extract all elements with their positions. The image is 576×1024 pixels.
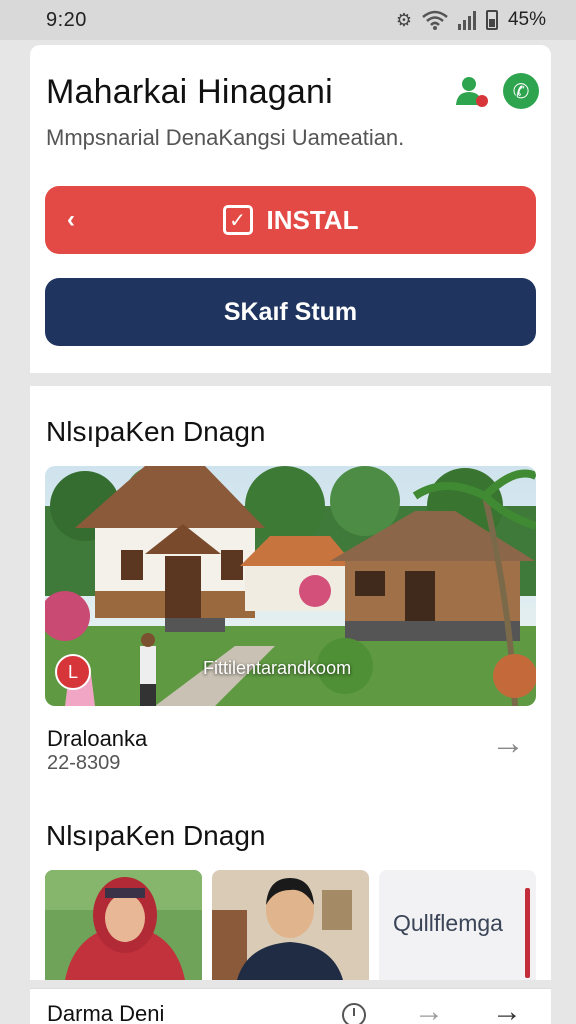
start-label: SKaıf Stum <box>223 297 358 326</box>
section-title: NlsıpaKen Dnagn <box>46 416 266 447</box>
bottom-bar: Darma Deni → → <box>30 988 551 1024</box>
install-button[interactable]: ‹ ✓ INSTAL <box>45 186 536 254</box>
status-bar: 9:20 ⚙ 45% <box>0 0 576 40</box>
man-portrait-photo <box>212 870 369 980</box>
battery-icon <box>485 10 498 30</box>
user-location-icon[interactable] <box>453 73 489 109</box>
bottom-name: Darma Deni <box>47 1001 165 1024</box>
start-button[interactable]: SKaıf Stum <box>45 278 536 346</box>
page-subtitle: Mmpsnarial DenaKangsi Uameatian. <box>46 125 405 150</box>
settings-icon: ⚙ <box>395 9 412 30</box>
status-time: 9:20 <box>46 8 87 31</box>
page-title: Maharkai Hinagani <box>46 73 333 111</box>
signal-icon <box>457 10 476 30</box>
hero-image[interactable]: L Fittilentarandkoom <box>45 466 536 706</box>
header-icons: ✆ <box>453 73 539 109</box>
section-title-2: NlsıpaKen Dnagn <box>46 820 266 851</box>
check-square-icon: ✓ <box>222 205 253 235</box>
clock-icon[interactable] <box>342 1003 366 1024</box>
accent-bar <box>525 888 530 978</box>
content-card: NlsıpaKen Dnagn L Fittilentarandkoom Dra… <box>30 386 551 980</box>
wifi-icon <box>422 10 448 30</box>
arrow-right-icon[interactable]: → <box>491 726 525 760</box>
arrow-right-icon-faded[interactable]: → <box>414 995 444 1024</box>
app-header-card: Maharkai Hinagani ✆ Mmpsnarial DenaKangs… <box>30 45 551 373</box>
arrow-right-icon-dark[interactable]: → <box>492 995 522 1024</box>
woman-portrait-photo <box>45 870 202 980</box>
back-chevron-icon[interactable]: ‹ <box>67 206 75 234</box>
thumbnail-label: Qullflemga <box>393 910 503 936</box>
thumbnail-man[interactable] <box>212 870 369 980</box>
status-icons: ⚙ 45% <box>396 9 546 31</box>
thumbnail-card[interactable]: Qullflemga <box>379 870 536 980</box>
phone-icon[interactable]: ✆ <box>503 73 539 109</box>
item-name: Draloanka <box>47 726 148 751</box>
image-caption: Fittilentarandkoom <box>203 658 352 678</box>
thumbnail-woman[interactable] <box>45 870 202 980</box>
install-label: INSTAL <box>266 204 359 235</box>
battery-percent: 45% <box>507 9 546 30</box>
avatar-badge: L <box>55 654 91 690</box>
thumbnail-row: Qullflemga <box>45 870 536 980</box>
item-code: 22-8309 <box>47 752 121 774</box>
